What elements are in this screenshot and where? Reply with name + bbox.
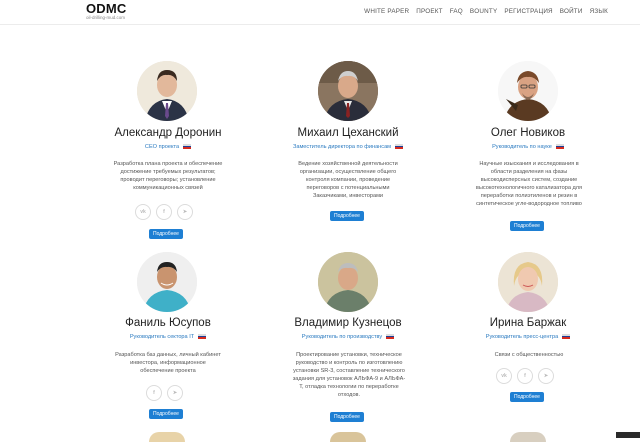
more-button[interactable]: Подробнее bbox=[149, 409, 183, 419]
russia-flag-icon bbox=[386, 333, 395, 339]
desc-line: Заказчиками, инвесторами bbox=[312, 193, 384, 199]
desc-line: Проектирование установки, техническое bbox=[296, 352, 402, 358]
avatar bbox=[137, 61, 197, 121]
member-description: Ведение хозяйственной деятельности орган… bbox=[268, 160, 428, 200]
avatar-partial bbox=[149, 432, 185, 442]
russia-flag-icon bbox=[198, 333, 207, 339]
facebook-icon[interactable]: f bbox=[517, 368, 533, 384]
member-role-text: Руководитель пресс-центра bbox=[485, 334, 559, 340]
desc-line: переговоров с потенциальными bbox=[306, 185, 390, 191]
member-role-text: CEO проекта bbox=[144, 144, 180, 150]
russia-flag-icon bbox=[555, 143, 564, 149]
main-nav: WHITE PAPER ПРОЕКТ FAQ BOUNTY РЕГИСТРАЦИ… bbox=[357, 8, 608, 15]
avatar bbox=[318, 252, 378, 312]
desc-line: достижение требуемых результатов; bbox=[120, 169, 216, 175]
desc-line: коммуникационных связей bbox=[133, 185, 203, 191]
nav-language[interactable]: ЯЗЫК bbox=[590, 8, 608, 15]
desc-line: области разделения на фазы bbox=[490, 169, 568, 175]
logo[interactable]: ODMC bbox=[86, 1, 127, 16]
desc-line: задания для установок АЛЬФА-9 и АЛЬФА- bbox=[292, 376, 406, 382]
nav-registration[interactable]: РЕГИСТРАЦИЯ bbox=[504, 8, 552, 15]
member-role: Руководитель по производству bbox=[258, 333, 438, 340]
desc-line: организации, осуществление общего bbox=[299, 169, 397, 175]
desc-line: отходов. bbox=[337, 392, 361, 398]
member-description: Разработка баз данных, личный кабинет ин… bbox=[88, 351, 248, 375]
social-links: vk f ➤ bbox=[135, 204, 193, 220]
more-button[interactable]: Подробнее bbox=[330, 412, 364, 422]
telegram-icon[interactable]: ➤ bbox=[538, 368, 554, 384]
nav-login[interactable]: ВОЙТИ bbox=[560, 8, 583, 15]
member-name: Олег Новиков bbox=[490, 127, 566, 139]
nav-project[interactable]: ПРОЕКТ bbox=[416, 8, 442, 15]
member-role: Руководитель по науке bbox=[438, 143, 618, 150]
vk-icon[interactable]: vk bbox=[496, 368, 512, 384]
avatar-partial bbox=[330, 432, 366, 442]
header-divider bbox=[0, 24, 640, 25]
desc-line: Разработка баз данных, личный кабинет bbox=[115, 352, 221, 358]
avatar bbox=[318, 61, 378, 121]
desc-line: установки SR-3, составление технического bbox=[293, 368, 405, 374]
member-description: Разработка плана проекта и обеспечение д… bbox=[88, 160, 248, 192]
social-links: vk f ➤ bbox=[496, 368, 554, 384]
nav-faq[interactable]: FAQ bbox=[450, 8, 463, 15]
avatar-partial bbox=[510, 432, 546, 442]
desc-line: контроля компании, проведение bbox=[305, 177, 391, 183]
desc-line: руководство и контроль по изготовлению bbox=[295, 360, 403, 366]
member-name: Ирина Баржак bbox=[489, 317, 567, 329]
member-role-text: Руководитель по науке bbox=[492, 144, 552, 150]
telegram-icon[interactable]: ➤ bbox=[167, 385, 183, 401]
member-name: Михаил Цеханский bbox=[297, 127, 399, 139]
member-description: Научные изыскания и исследования в облас… bbox=[446, 160, 612, 208]
desc-line: высокодисперсных систем, создание bbox=[480, 177, 578, 183]
member-role: Заместитель директора по финансам bbox=[258, 143, 438, 150]
corner-widget[interactable] bbox=[616, 432, 640, 438]
russia-flag-icon bbox=[562, 333, 571, 339]
member-description: Проектирование установки, техническое ру… bbox=[266, 351, 432, 399]
desc-line: инвестора, информационное bbox=[130, 360, 206, 366]
member-role: CEO проекта bbox=[78, 143, 258, 150]
more-button[interactable]: Подробнее bbox=[510, 392, 544, 402]
desc-line: Разработка плана проекта и обеспечение bbox=[113, 161, 223, 167]
desc-line: Ведение хозяйственной деятельности bbox=[298, 161, 398, 167]
desc-line: Научные изыскания и исследования в bbox=[479, 161, 579, 167]
facebook-icon[interactable]: f bbox=[146, 385, 162, 401]
desc-line: переработки полиэтиленов и резин в bbox=[480, 193, 578, 199]
member-name: Владимир Кузнецов bbox=[294, 317, 402, 329]
avatar bbox=[498, 252, 558, 312]
member-role-text: Заместитель директора по финансам bbox=[292, 144, 392, 150]
member-role: Руководитель пресс-центра bbox=[438, 333, 618, 340]
nav-bounty[interactable]: BOUNTY bbox=[470, 8, 497, 15]
social-links: f ➤ bbox=[146, 385, 183, 401]
telegram-icon[interactable]: ➤ bbox=[177, 204, 193, 220]
desc-line: высокотехнологичного катализатора для bbox=[475, 185, 583, 191]
member-role: Руководитель сектора IT bbox=[78, 333, 258, 340]
member-name: Фаниль Юсупов bbox=[125, 317, 211, 329]
avatar bbox=[498, 61, 558, 121]
member-description: Связи с общественностью bbox=[446, 351, 612, 359]
desc-line: синтетическое угле-водородное топливо bbox=[476, 201, 582, 207]
more-button[interactable]: Подробнее bbox=[510, 221, 544, 231]
member-role-text: Руководитель по производству bbox=[301, 334, 383, 340]
desc-line: Т, отладка технологии по переработке bbox=[299, 384, 399, 390]
facebook-icon[interactable]: f bbox=[156, 204, 172, 220]
desc-line: Связи с общественностью bbox=[494, 352, 564, 358]
site-header: ODMC oil-drilling-mud.com WHITE PAPER ПР… bbox=[0, 0, 640, 24]
avatar bbox=[137, 252, 197, 312]
nav-white-paper[interactable]: WHITE PAPER bbox=[364, 8, 409, 15]
desc-line: проводит переговоры; установление bbox=[120, 177, 216, 183]
vk-icon[interactable]: vk bbox=[135, 204, 151, 220]
russia-flag-icon bbox=[183, 143, 192, 149]
desc-line: обеспечение проекта bbox=[140, 368, 196, 374]
more-button[interactable]: Подробнее bbox=[149, 229, 183, 239]
logo-subtitle: oil-drilling-mud.com bbox=[86, 15, 126, 20]
russia-flag-icon bbox=[395, 143, 404, 149]
member-name: Александр Доронин bbox=[114, 127, 222, 139]
more-button[interactable]: Подробнее bbox=[330, 211, 364, 221]
member-role-text: Руководитель сектора IT bbox=[129, 334, 195, 340]
